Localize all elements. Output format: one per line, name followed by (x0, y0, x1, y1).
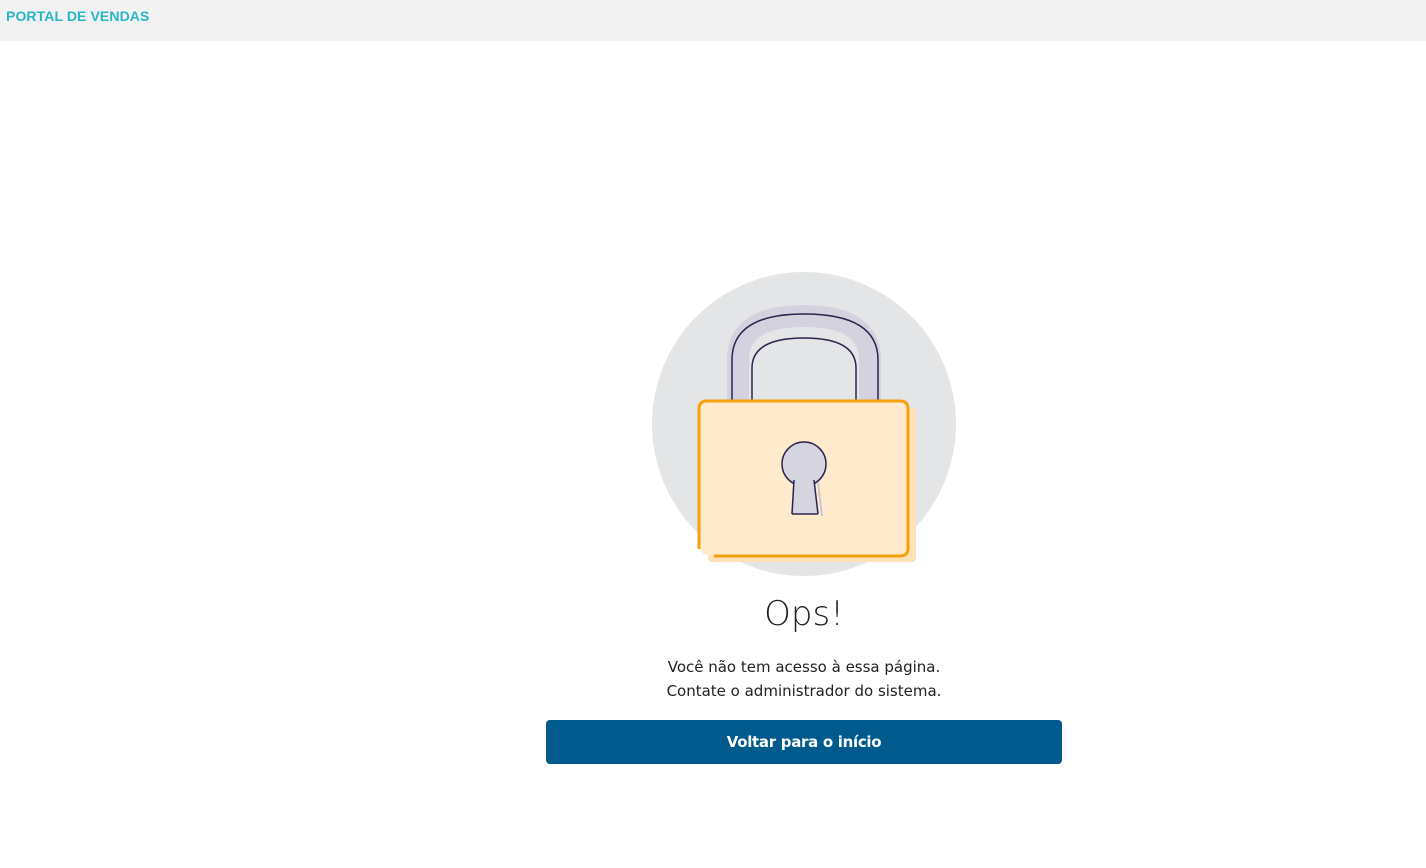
brand-link[interactable]: PORTAL DE VENDAS (6, 8, 149, 24)
padlock-icon (646, 268, 962, 580)
top-bar: PORTAL DE VENDAS (0, 0, 1426, 41)
access-denied-message: Você não tem acesso à essa página. (667, 658, 941, 676)
back-to-home-button[interactable]: Voltar para o início (546, 720, 1062, 764)
contact-admin-message: Contate o administrador do sistema. (666, 682, 942, 700)
page-title: Ops! (764, 594, 844, 634)
